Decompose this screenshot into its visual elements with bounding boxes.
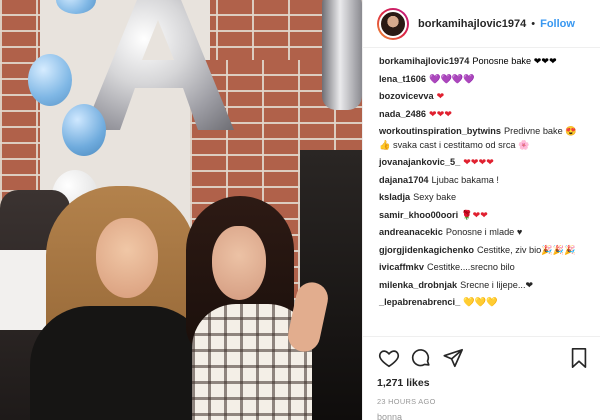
- woman-left-body: [30, 306, 210, 420]
- comment-item: _lepabrenabrenci_ 💛💛💛: [379, 296, 586, 310]
- comment-username[interactable]: samir_khoo00oori: [379, 210, 458, 220]
- comment-username[interactable]: workoutinspiration_bytwins: [379, 126, 501, 136]
- heart-outline-icon: [378, 350, 400, 368]
- comment-username[interactable]: _lepabrenabrenci_: [379, 297, 460, 307]
- follow-button[interactable]: Follow: [540, 18, 575, 30]
- comment-item: nada_2486 ❤❤❤: [379, 108, 586, 122]
- comment-username[interactable]: borkamihajlovic1974: [379, 56, 469, 66]
- blue-polka-balloon: [28, 54, 72, 106]
- post-side-panel: borkamihajlovic1974 • Follow borkamihajl…: [362, 0, 600, 420]
- comment-text: 💜💜💜💜: [429, 73, 475, 84]
- comment-item: jovanajankovic_5_ ❤❤❤❤: [379, 156, 586, 170]
- likes-count[interactable]: 1,271 likes: [377, 377, 591, 389]
- comment-username[interactable]: ksladja: [379, 192, 410, 202]
- comment-item: milenka_drobnjak Srecne i lijepe...❤: [379, 279, 586, 293]
- share-button[interactable]: [441, 346, 465, 370]
- comment-text: Ponosne i mlade ♥: [445, 227, 523, 237]
- comment-text: ❤❤❤❤: [463, 157, 494, 167]
- woman-right-face: [212, 226, 266, 300]
- comments-list[interactable]: borkamihajlovic1974 Ponosne bake ❤❤❤ lena_…: [363, 48, 600, 333]
- comment-item: lena_t1606 💜💜💜💜: [379, 73, 586, 87]
- avatar-image: [379, 9, 407, 38]
- comment-username[interactable]: lena_t1606: [379, 74, 426, 84]
- comment-bubble-icon: [411, 349, 430, 367]
- truncated-comment: bonna: [377, 412, 403, 420]
- bookmark-icon: [571, 348, 587, 368]
- comment-text: Cestitke....srecno bilo: [426, 262, 515, 272]
- comment-text: Srecne i lijepe...❤: [460, 279, 534, 290]
- comment-text: Cestitke, ziv bio🎉🎉🎉: [476, 244, 576, 255]
- comment-username[interactable]: dajana1704: [379, 175, 429, 185]
- blue-balloon: [62, 104, 106, 156]
- comment-text: Sexy bake: [413, 192, 457, 202]
- save-button[interactable]: [567, 346, 591, 370]
- post-actions: 1,271 likes 23 HOURS AGO: [363, 336, 600, 406]
- comment-text: 🌹❤❤: [461, 209, 488, 220]
- comment-item: borkamihajlovic1974 Ponosne bake ❤❤❤: [379, 55, 586, 69]
- comment-item: workoutinspiration_bytwins Predivne bake …: [379, 125, 586, 152]
- like-button[interactable]: [377, 346, 401, 370]
- comment-username[interactable]: milenka_drobnjak: [379, 280, 457, 290]
- comment-username[interactable]: jovanajankovic_5_: [379, 157, 460, 167]
- comment-button[interactable]: [409, 346, 433, 370]
- comment-text: Ponosne bake ❤❤❤: [472, 56, 557, 66]
- comment-item: gjorgjidenkagichenko Cestitke, ziv bio🎉🎉🎉: [379, 244, 586, 258]
- paper-plane-icon: [443, 348, 463, 368]
- comment-item: ksladja Sexy bake: [379, 191, 586, 205]
- comment-text: ❤❤❤: [429, 108, 453, 119]
- post-header: borkamihajlovic1974 • Follow: [363, 0, 600, 48]
- woman-left-face: [96, 218, 158, 298]
- comment-username[interactable]: nada_2486: [379, 109, 426, 119]
- comment-username[interactable]: ivicaffmkv: [379, 262, 424, 272]
- post-photo[interactable]: [0, 0, 362, 420]
- comment-item: dajana1704 Ljubac bakama !: [379, 174, 586, 188]
- author-username[interactable]: borkamihajlovic1974: [418, 18, 526, 30]
- action-icons-row: [377, 343, 591, 373]
- comment-text: ❤: [436, 91, 445, 101]
- comment-text: Ljubac bakama !: [431, 174, 499, 185]
- comment-item: ivicaffmkv Cestitke....srecno bilo: [379, 261, 586, 275]
- avatar[interactable]: [377, 7, 409, 40]
- silver-foil-balloon: [322, 0, 362, 110]
- comment-username[interactable]: andreanacekic: [379, 227, 443, 237]
- comment-text: 💛💛💛: [463, 297, 498, 307]
- comment-item: andreanacekic Ponosne i mlade ♥: [379, 226, 586, 240]
- comment-item: bozovicevva ❤: [379, 90, 586, 104]
- comment-username[interactable]: gjorgjidenkagichenko: [379, 245, 474, 255]
- post-timestamp: 23 HOURS AGO: [377, 397, 436, 406]
- comment-item: samir_khoo00oori 🌹❤❤: [379, 209, 586, 223]
- comment-username[interactable]: bozovicevva: [379, 91, 434, 101]
- separator-dot: •: [531, 17, 536, 30]
